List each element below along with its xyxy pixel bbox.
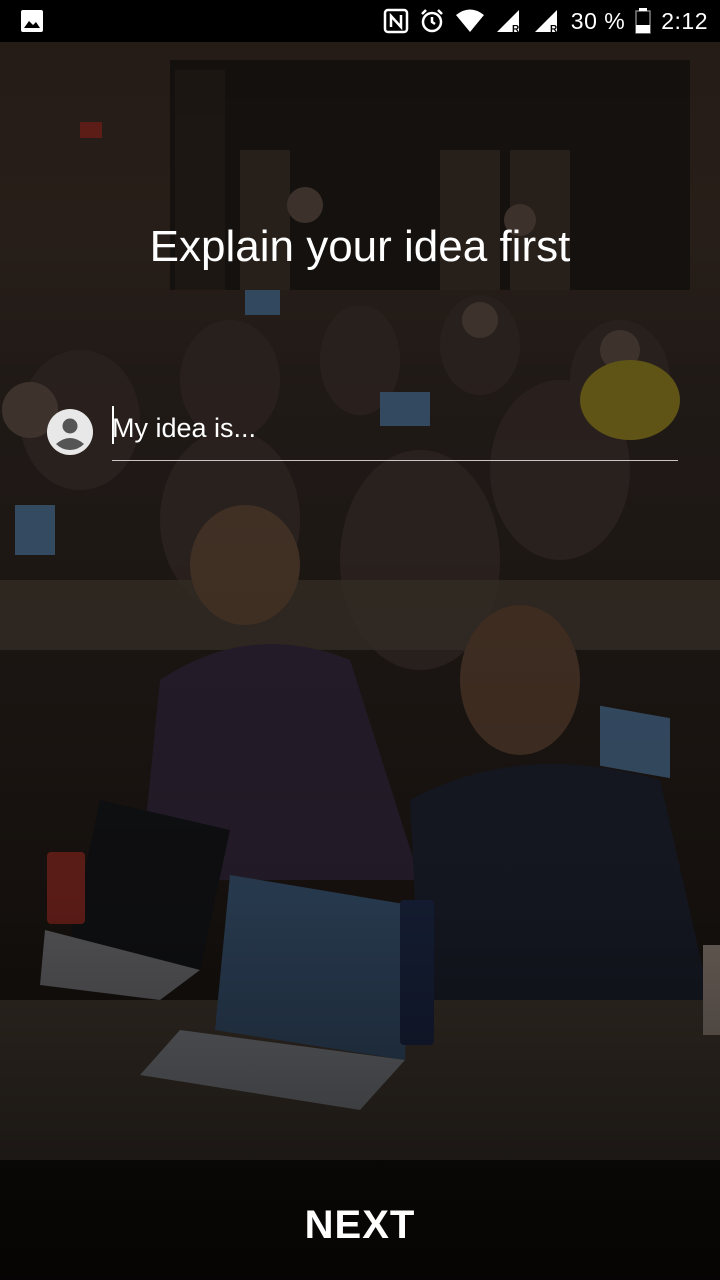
idea-input[interactable] bbox=[112, 400, 678, 461]
alarm-icon bbox=[420, 9, 443, 33]
status-bar: R R 30 % 2:12 bbox=[0, 0, 720, 42]
wifi-icon bbox=[455, 9, 484, 32]
clock: 2:12 bbox=[661, 7, 708, 34]
background-photo bbox=[0, 0, 720, 1280]
signal-icon: R bbox=[534, 10, 558, 34]
gallery-icon bbox=[21, 10, 43, 32]
battery-icon bbox=[635, 8, 651, 34]
text-cursor bbox=[112, 406, 114, 444]
svg-text:R: R bbox=[550, 24, 558, 34]
idea-input-row bbox=[46, 400, 680, 461]
signal-icon: R bbox=[496, 10, 520, 34]
page-title: Explain your idea first bbox=[149, 222, 571, 271]
next-button[interactable]: NEXT bbox=[260, 1190, 460, 1260]
svg-text:R: R bbox=[512, 24, 520, 34]
battery-percent: 30 % bbox=[570, 7, 626, 34]
account-icon bbox=[47, 409, 93, 455]
nfc-icon bbox=[383, 8, 409, 34]
